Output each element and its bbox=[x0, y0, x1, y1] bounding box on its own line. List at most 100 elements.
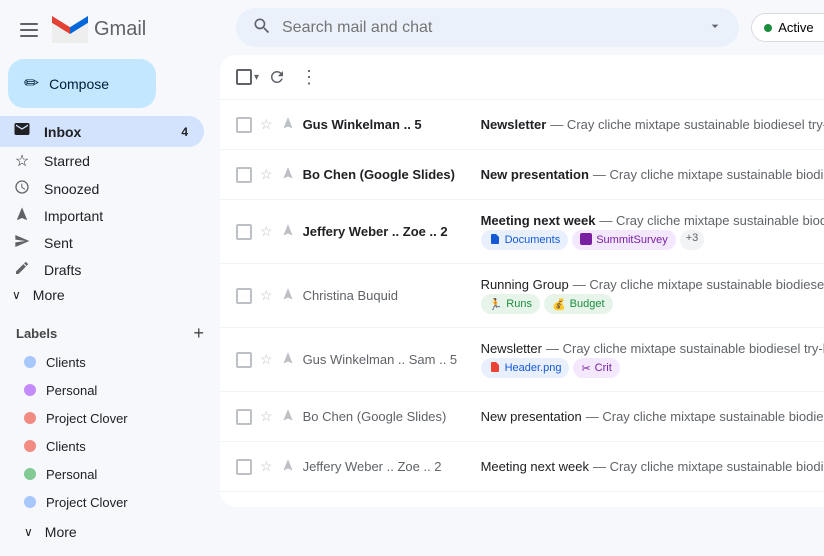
email-row[interactable]: ☆ Jeffery Weber .. Zoe .. 2 Meeting next… bbox=[220, 442, 824, 492]
search-input[interactable] bbox=[282, 19, 697, 37]
email-row[interactable]: ☆ Gus Winkelman .. 5 Newsletter — Cray c… bbox=[220, 100, 824, 150]
row-important-icon[interactable] bbox=[281, 166, 295, 183]
status-dot bbox=[764, 24, 772, 32]
more-options-button[interactable]: ⋮ bbox=[295, 63, 323, 91]
email-row[interactable]: ☆ Christina Buquid Running Group — Cray … bbox=[220, 492, 824, 507]
row-important-icon[interactable] bbox=[281, 223, 295, 240]
label-item-personal1[interactable]: Personal bbox=[16, 376, 188, 404]
row-content: Meeting next week — Cray cliche mixtape … bbox=[481, 459, 824, 474]
row-star-icon[interactable]: ☆ bbox=[260, 351, 273, 368]
sent-label: Sent bbox=[44, 235, 73, 251]
status-chevron-icon bbox=[820, 21, 824, 35]
row-sender: Gus Winkelman .. 5 bbox=[303, 117, 473, 132]
row-checkbox[interactable] bbox=[236, 224, 252, 240]
label-item-project-clover1[interactable]: Project Clover bbox=[16, 404, 188, 432]
row-subject: New presentation bbox=[481, 167, 589, 182]
compose-icon: ✏ bbox=[24, 73, 39, 94]
label-item-clients1[interactable]: Clients bbox=[16, 348, 188, 376]
row-content: Meeting next week — Cray cliche mixtape … bbox=[481, 213, 824, 250]
row-important-icon[interactable] bbox=[281, 287, 295, 304]
label-dot-clients1 bbox=[24, 356, 36, 368]
row-checkbox[interactable] bbox=[236, 288, 252, 304]
starred-label: Starred bbox=[44, 153, 90, 169]
row-star-icon[interactable]: ☆ bbox=[260, 116, 273, 133]
email-chip: 💰Budget bbox=[544, 294, 613, 314]
row-important-icon[interactable] bbox=[281, 458, 295, 475]
important-icon bbox=[12, 206, 32, 225]
row-important-icon[interactable] bbox=[281, 408, 295, 425]
labels-more-label: More bbox=[45, 524, 77, 540]
label-item-personal2[interactable]: Personal bbox=[16, 460, 188, 488]
row-content: New presentation — Cray cliche mixtape s… bbox=[481, 409, 824, 424]
row-content: Newsletter — Cray cliche mixtape sustain… bbox=[481, 341, 824, 378]
row-checkbox[interactable] bbox=[236, 167, 252, 183]
row-star-icon[interactable]: ☆ bbox=[260, 458, 273, 475]
row-snippet: — Cray cliche mixtape sustainable biodie… bbox=[573, 277, 824, 292]
label-dot-clients2 bbox=[24, 440, 36, 452]
status-button[interactable]: Active bbox=[751, 13, 824, 42]
email-row[interactable]: ☆ Jeffery Weber .. Zoe .. 2 Meeting next… bbox=[220, 200, 824, 264]
search-box[interactable] bbox=[236, 8, 739, 47]
row-subject: New presentation bbox=[481, 409, 582, 424]
select-all-checkbox[interactable]: ▾ bbox=[236, 69, 259, 85]
search-dropdown-icon[interactable] bbox=[707, 18, 723, 37]
snoozed-icon bbox=[12, 179, 32, 198]
email-chip: ✂Crit bbox=[573, 358, 619, 378]
nav-starred[interactable]: ☆ Starred bbox=[0, 147, 204, 175]
row-checkbox[interactable] bbox=[236, 459, 252, 475]
status-label: Active bbox=[778, 20, 813, 35]
row-star-icon[interactable]: ☆ bbox=[260, 166, 273, 183]
label-item-clients2[interactable]: Clients bbox=[16, 432, 188, 460]
nav-important[interactable]: Important bbox=[0, 202, 204, 229]
row-checkbox[interactable] bbox=[236, 409, 252, 425]
email-chip: 🏃Runs bbox=[481, 294, 540, 314]
row-star-icon[interactable]: ☆ bbox=[260, 223, 273, 240]
inbox-label: Inbox bbox=[44, 124, 81, 140]
label-item-project-clover2[interactable]: Project Clover bbox=[16, 488, 188, 516]
email-chip: Documents bbox=[481, 230, 569, 250]
email-row[interactable]: ☆ Bo Chen (Google Slides) New presentati… bbox=[220, 392, 824, 442]
hamburger-menu[interactable] bbox=[16, 17, 42, 43]
row-checkbox[interactable] bbox=[236, 117, 252, 133]
select-dropdown-icon[interactable]: ▾ bbox=[254, 72, 259, 83]
row-snippet: — Cray cliche mixtape sustainable biodie… bbox=[599, 213, 824, 228]
compose-label: Compose bbox=[49, 76, 109, 92]
row-subject: Running Group bbox=[481, 277, 569, 292]
row-important-icon[interactable] bbox=[281, 351, 295, 368]
label-text-clients2: Clients bbox=[46, 439, 86, 454]
more-label: More bbox=[33, 287, 65, 303]
drafts-icon bbox=[12, 260, 32, 279]
row-subject: Meeting next week bbox=[481, 213, 596, 228]
labels-more[interactable]: ∨ More bbox=[16, 516, 188, 548]
row-star-icon[interactable]: ☆ bbox=[260, 408, 273, 425]
nav-sent[interactable]: Sent bbox=[0, 229, 204, 256]
add-label-button[interactable]: + bbox=[193, 323, 204, 344]
search-icon bbox=[252, 16, 272, 39]
more-chevron-icon: ∨ bbox=[12, 288, 21, 302]
drafts-label: Drafts bbox=[44, 262, 81, 278]
nav-inbox[interactable]: Inbox 4 bbox=[0, 116, 204, 147]
nav-drafts[interactable]: Drafts bbox=[0, 256, 204, 283]
nav-snoozed[interactable]: Snoozed bbox=[0, 175, 204, 202]
select-checkbox[interactable] bbox=[236, 69, 252, 85]
inbox-icon bbox=[12, 120, 32, 143]
refresh-button[interactable] bbox=[263, 63, 291, 91]
email-chip: Header.png bbox=[481, 358, 570, 378]
email-row[interactable]: ☆ Christina Buquid Running Group — Cray … bbox=[220, 264, 824, 328]
label-text-personal1: Personal bbox=[46, 383, 97, 398]
row-important-icon[interactable] bbox=[281, 116, 295, 133]
row-subject: Newsletter bbox=[481, 117, 547, 132]
row-checkbox[interactable] bbox=[236, 352, 252, 368]
gmail-title: Gmail bbox=[94, 18, 146, 41]
row-snippet: — Cray cliche mixtape sustainable biodie… bbox=[593, 167, 824, 182]
row-sender: Jeffery Weber .. Zoe .. 2 bbox=[303, 224, 473, 239]
labels-title: Labels bbox=[16, 326, 57, 341]
email-row[interactable]: ☆ Gus Winkelman .. Sam .. 5 Newsletter —… bbox=[220, 328, 824, 392]
starred-icon: ☆ bbox=[12, 151, 32, 171]
email-row[interactable]: ☆ Bo Chen (Google Slides) New presentati… bbox=[220, 150, 824, 200]
row-subject: Newsletter bbox=[481, 341, 542, 356]
compose-button[interactable]: ✏ Compose bbox=[8, 59, 156, 108]
label-dot-personal1 bbox=[24, 384, 36, 396]
nav-more[interactable]: ∨ More bbox=[0, 283, 204, 307]
row-star-icon[interactable]: ☆ bbox=[260, 287, 273, 304]
